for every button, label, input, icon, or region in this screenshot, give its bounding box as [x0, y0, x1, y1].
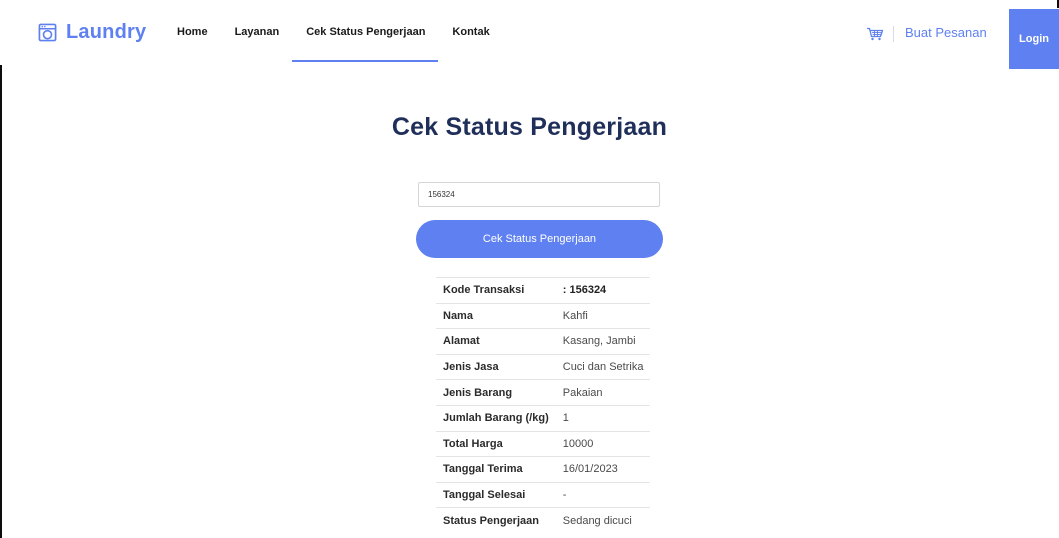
detail-value: Kahfi: [555, 302, 651, 329]
status-detail-table: Kode Transaksi : 156324 Nama Kahfi Alama…: [436, 277, 651, 534]
table-row: Status Pengerjaan Sedang dicuci: [436, 507, 651, 534]
nav-item-cek-status[interactable]: Cek Status Pengerjaan: [292, 26, 439, 62]
detail-value: Cuci dan Setrika: [555, 353, 651, 380]
cek-status-button[interactable]: Cek Status Pengerjaan: [416, 220, 663, 258]
detail-value: Kasang, Jambi: [555, 328, 651, 355]
detail-label: Kode Transaksi: [436, 277, 556, 304]
detail-value: Pakaian: [555, 379, 651, 406]
page-title: Cek Status Pengerjaan: [391, 113, 668, 141]
detail-label: Jenis Barang: [436, 379, 556, 406]
detail-label: Alamat: [436, 328, 556, 355]
table-row: Jenis Jasa Cuci dan Setrika: [436, 353, 651, 380]
detail-value: : 156324: [555, 277, 651, 304]
table-row: Nama Kahfi: [436, 302, 651, 329]
table-row: Kode Transaksi : 156324: [436, 277, 651, 304]
table-row: Total Harga 10000: [436, 430, 651, 457]
detail-value: Sedang dicuci: [555, 507, 651, 534]
table-row: Tanggal Selesai -: [436, 481, 651, 508]
nav-item-kontak[interactable]: Kontak: [452, 26, 489, 38]
login-button[interactable]: Login: [1009, 9, 1059, 69]
nav-divider: [893, 26, 894, 42]
nav-item-layanan[interactable]: Layanan: [235, 26, 280, 38]
detail-label: Jumlah Barang (/kg): [436, 404, 556, 432]
detail-value: 16/01/2023: [555, 456, 651, 483]
detail-value: 1: [555, 404, 651, 432]
nav-item-home[interactable]: Home: [177, 26, 208, 38]
detail-label: Tanggal Selesai: [436, 481, 556, 508]
table-row: Jenis Barang Pakaian: [436, 379, 651, 406]
brand-logo[interactable]: Laundry: [38, 21, 146, 44]
detail-label: Status Pengerjaan: [436, 507, 556, 534]
detail-label: Nama: [436, 302, 556, 329]
detail-value: 10000: [555, 430, 651, 457]
washing-machine-icon: [38, 23, 57, 42]
main-nav: Home Layanan Cek Status Pengerjaan Konta…: [177, 26, 517, 62]
detail-value: -: [555, 481, 651, 508]
table-row: Tanggal Terima 16/01/2023: [436, 456, 651, 483]
table-row: Alamat Kasang, Jambi: [436, 328, 651, 355]
detail-label: Total Harga: [436, 430, 556, 457]
brand-name: Laundry: [66, 21, 147, 43]
navbar: Laundry Home Layanan Cek Status Pengerja…: [0, 0, 1059, 69]
transaction-code-input[interactable]: [418, 182, 660, 207]
buat-pesanan-link[interactable]: Buat Pesanan: [905, 25, 987, 40]
detail-label: Tanggal Terima: [436, 456, 556, 483]
detail-label: Jenis Jasa: [436, 353, 556, 380]
cart-icon[interactable]: [866, 27, 884, 41]
table-row: Jumlah Barang (/kg) 1: [436, 404, 651, 432]
